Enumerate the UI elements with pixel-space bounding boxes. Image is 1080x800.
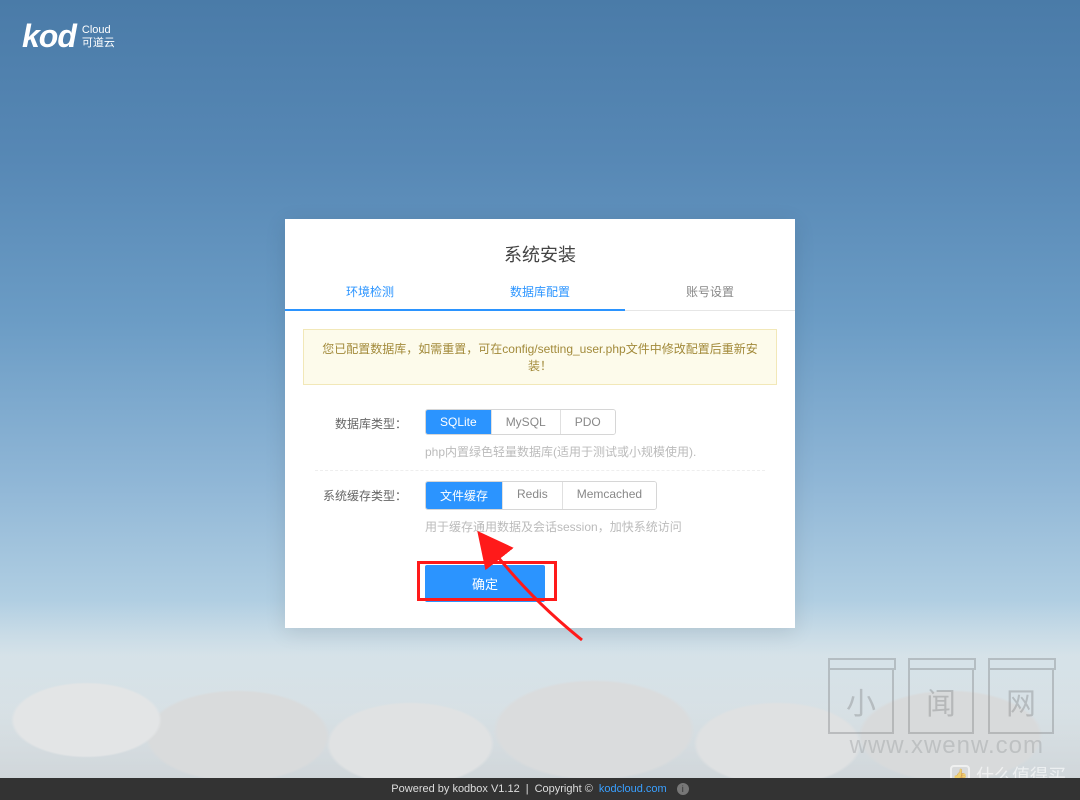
watermark-url: www.xwenw.com [850, 732, 1044, 760]
footer-copyright: Copyright © [535, 783, 593, 795]
cache-option-memcached[interactable]: Memcached [563, 482, 656, 509]
footer-sep: | [526, 783, 529, 795]
row-db-type: 数据库类型： SQLite MySQL PDO php内置绿色轻量数据库(适用于… [315, 399, 765, 471]
brand-logo: kod Cloud 可道云 [22, 18, 115, 55]
row-cache-type: 系统缓存类型： 文件缓存 Redis Memcached 用于缓存通用数据及会话… [315, 471, 765, 545]
actions: 确定 [285, 555, 795, 628]
watermark-stamp: 小 闻 网 [828, 668, 1054, 734]
db-option-mysql[interactable]: MySQL [492, 410, 561, 434]
stamp-box: 小 [828, 668, 894, 734]
cache-option-redis[interactable]: Redis [503, 482, 563, 509]
db-hint: php内置绿色轻量数据库(适用于测试或小规模使用). [425, 443, 765, 460]
tabs: 环境检测 数据库配置 账号设置 [285, 283, 795, 311]
info-icon[interactable]: i [677, 783, 689, 795]
db-option-sqlite[interactable]: SQLite [426, 410, 492, 434]
cache-hint: 用于缓存通用数据及会话session，加快系统访问 [425, 518, 765, 535]
brand-cloud-zh: 可道云 [82, 37, 115, 49]
footer-link[interactable]: kodcloud.com [599, 783, 667, 795]
tab-env-check[interactable]: 环境检测 [285, 283, 455, 310]
stamp-box: 闻 [908, 668, 974, 734]
form: 数据库类型： SQLite MySQL PDO php内置绿色轻量数据库(适用于… [285, 385, 795, 555]
install-card: 系统安装 环境检测 数据库配置 账号设置 您已配置数据库，如需重置，可在conf… [285, 219, 795, 628]
footer: Powered by kodbox V1.12 | Copyright © ko… [0, 778, 1080, 800]
page-title: 系统安装 [285, 219, 795, 283]
cache-type-group: 文件缓存 Redis Memcached [425, 481, 657, 510]
stamp-box: 网 [988, 668, 1054, 734]
brand-cloud-en: Cloud [82, 24, 111, 36]
label-db-type: 数据库类型： [315, 409, 407, 432]
brand-sub: Cloud 可道云 [82, 24, 115, 48]
brand-mark: kod [22, 18, 76, 55]
submit-button[interactable]: 确定 [425, 565, 545, 602]
tab-db-config[interactable]: 数据库配置 [455, 283, 625, 310]
cache-option-file[interactable]: 文件缓存 [426, 482, 503, 509]
alert-message: 您已配置数据库，如需重置，可在config/setting_user.php文件… [303, 329, 777, 385]
db-type-group: SQLite MySQL PDO [425, 409, 616, 435]
tab-account-setup[interactable]: 账号设置 [625, 283, 795, 310]
footer-powered: Powered by kodbox V1.12 [391, 783, 519, 795]
label-cache-type: 系统缓存类型： [315, 481, 407, 504]
db-option-pdo[interactable]: PDO [561, 410, 615, 434]
